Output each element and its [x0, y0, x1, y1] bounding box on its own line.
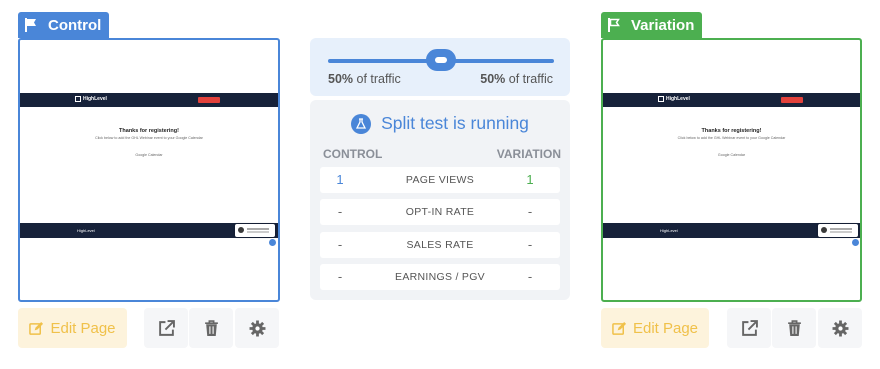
trash-icon [787, 319, 801, 336]
edit-icon [29, 321, 44, 335]
variation-tag: Variation [601, 12, 703, 38]
preview-dot [851, 238, 860, 247]
metric-variation-value: - [527, 237, 533, 252]
variation-traffic: 50% of traffic [480, 72, 553, 86]
preview-cta [198, 97, 220, 103]
split-test-status: Split test is running [310, 113, 570, 134]
control-tag-label: Control [48, 16, 102, 34]
metric-control-value: 1 [336, 172, 344, 187]
metric-row: - EARNINGS / PGV - [320, 264, 560, 290]
control-edit-page-button[interactable]: Edit Page [18, 308, 127, 348]
preview-card [235, 224, 275, 237]
flask-icon [351, 113, 372, 134]
preview-card [818, 224, 858, 237]
metric-control-value: - [337, 237, 343, 252]
preview-header: HighLevel [603, 93, 860, 107]
control-settings-button[interactable] [235, 308, 279, 348]
metric-label: SALES RATE [406, 239, 474, 251]
variation-preview[interactable]: HighLevel Thanks for registering! Click … [601, 38, 862, 302]
variation-settings-button[interactable] [818, 308, 862, 348]
variation-edit-page-button[interactable]: Edit Page [601, 308, 709, 348]
metric-label: PAGE VIEWS [405, 174, 475, 186]
metric-variation-value: - [527, 204, 533, 219]
edit-icon [612, 321, 627, 335]
metric-control-value: - [337, 269, 343, 284]
variation-edit-label: Edit Page [632, 319, 699, 337]
control-column-header: CONTROL [323, 147, 383, 161]
metric-variation-value: 1 [526, 172, 534, 187]
control-delete-button[interactable] [189, 308, 233, 348]
gear-icon [249, 320, 265, 336]
metric-control-value: - [337, 204, 343, 219]
metric-row: - OPT-IN RATE - [320, 199, 560, 225]
preview-footer-logo: HighLevel [660, 228, 678, 233]
metric-variation-value: - [527, 269, 533, 284]
metric-label: OPT-IN RATE [405, 206, 475, 218]
split-test-stats: Split test is running CONTROL VARIATION … [310, 100, 570, 300]
metric-label: EARNINGS / PGV [395, 271, 485, 283]
control-traffic: 50% of traffic [328, 72, 401, 86]
preview-footer-logo: HighLevel [77, 228, 95, 233]
control-edit-label: Edit Page [50, 319, 116, 337]
preview-logo: HighLevel [75, 96, 107, 102]
flag-icon [25, 18, 36, 32]
preview-subtext: Click below to add the GHL Webinar event… [677, 136, 786, 140]
preview-header: HighLevel [20, 93, 278, 107]
flag-outline-icon [608, 18, 620, 32]
external-link-icon [741, 319, 758, 336]
variation-open-button[interactable] [727, 308, 771, 348]
variation-column-header: VARIATION [496, 147, 561, 161]
preview-link: Google Calendar [717, 153, 746, 157]
trash-icon [204, 319, 218, 336]
split-test-status-label: Split test is running [381, 113, 529, 133]
gear-icon [832, 320, 848, 336]
variation-tag-label: Variation [631, 16, 695, 34]
traffic-slider-panel: 50% of traffic 50% of traffic [310, 38, 570, 96]
preview-link: Google Calendar [135, 153, 163, 157]
control-open-button[interactable] [144, 308, 188, 348]
traffic-slider-handle[interactable] [426, 49, 456, 71]
metric-row: - SALES RATE - [320, 232, 560, 258]
preview-cta [781, 97, 803, 103]
preview-subtext: Click below to add the GHL Webinar event… [95, 136, 203, 140]
control-tag: Control [18, 12, 110, 38]
preview-dot [268, 238, 277, 247]
control-preview[interactable]: HighLevel Thanks for registering! Click … [18, 38, 280, 302]
metric-row: 1 PAGE VIEWS 1 [320, 167, 560, 193]
preview-heading: Thanks for registering! [119, 128, 179, 134]
preview-heading: Thanks for registering! [701, 128, 762, 134]
preview-logo: HighLevel [658, 96, 690, 102]
variation-delete-button[interactable] [772, 308, 816, 348]
external-link-icon [158, 319, 175, 336]
